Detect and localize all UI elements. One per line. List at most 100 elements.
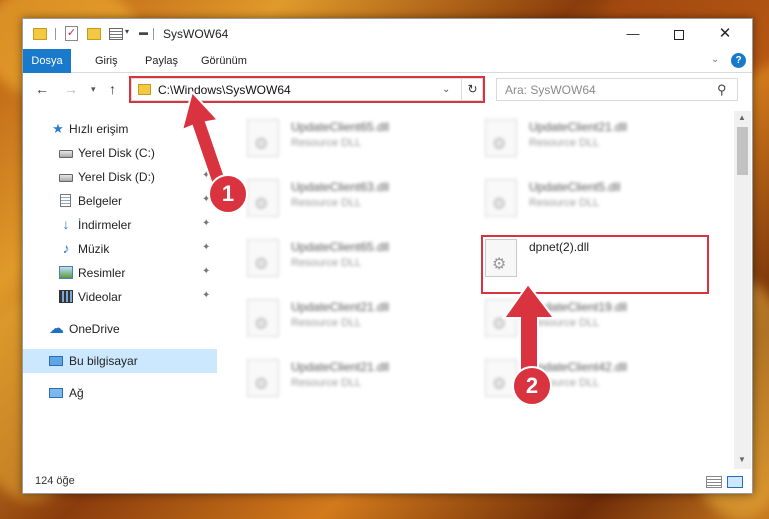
- forward-button[interactable]: →: [64, 81, 78, 97]
- sidebar-item-label: Yerel Disk (D:): [78, 170, 155, 184]
- item-count: 124 öğe: [35, 475, 75, 487]
- dll-file-icon: [247, 359, 279, 397]
- close-button[interactable]: ✕: [702, 19, 748, 49]
- sidebar-item-onedrive[interactable]: ☁ OneDrive: [23, 317, 217, 341]
- pin-icon[interactable]: ✦: [202, 218, 210, 229]
- vertical-scrollbar[interactable]: ▲ ▼: [734, 111, 751, 469]
- back-button[interactable]: ←: [35, 81, 49, 97]
- dll-file-icon: [485, 119, 517, 157]
- file-type: Resource DLL: [529, 137, 600, 149]
- sidebar-item-label: Yerel Disk (C:): [78, 146, 155, 160]
- chevron-down-icon[interactable]: ▾: [125, 27, 129, 43]
- search-placeholder[interactable]: Ara: SysWOW64: [505, 83, 596, 97]
- details-view-icon[interactable]: [706, 476, 722, 488]
- help-icon[interactable]: ?: [731, 53, 746, 68]
- file-name: UpdateClient21.dll: [291, 300, 390, 314]
- tab-home[interactable]: Giriş: [95, 49, 118, 73]
- sidebar-item-videos[interactable]: Videolar ✦: [23, 285, 217, 309]
- download-icon: ↓: [62, 216, 70, 232]
- sidebar-item-label: İndirmeler: [78, 218, 132, 232]
- title-bar: ✓ ▾ ▬ SysWOW64 — ✕: [23, 19, 752, 49]
- sidebar-item-label: Ağ: [69, 386, 84, 400]
- pin-icon[interactable]: ✦: [202, 290, 210, 301]
- annotation-badge-2: 2: [512, 366, 552, 406]
- file-tile[interactable]: UpdateClient65.dll Resource DLL: [243, 115, 463, 165]
- status-bar: 124 öğe: [23, 471, 752, 493]
- file-tile[interactable]: UpdateClient21.dll Resource DLL: [243, 295, 463, 345]
- sidebar-item-music[interactable]: ♪ Müzik ✦: [23, 237, 217, 261]
- search-icon[interactable]: ⚲: [717, 82, 727, 98]
- large-icons-view-icon[interactable]: [727, 476, 743, 488]
- scroll-thumb[interactable]: [737, 127, 748, 175]
- dll-file-icon: [247, 299, 279, 337]
- pictures-icon: [59, 266, 73, 279]
- file-tile[interactable]: UpdateClient63.dll Resource DLL: [243, 175, 463, 225]
- sidebar-item-downloads[interactable]: ↓ İndirmeler ✦: [23, 213, 217, 237]
- file-type: Resource DLL: [529, 197, 600, 209]
- file-tile[interactable]: UpdateClient65.dll Resource DLL: [243, 235, 463, 285]
- tab-view[interactable]: Görünüm: [201, 49, 247, 73]
- file-type: Resource DLL: [291, 317, 362, 329]
- file-name: UpdateClient63.dll: [291, 180, 390, 194]
- dll-file-icon: [247, 119, 279, 157]
- file-tile[interactable]: UpdateClient21.dll Resource DLL: [481, 115, 701, 165]
- sidebar-item-label: Müzik: [78, 242, 110, 256]
- scroll-down-icon[interactable]: ▼: [738, 455, 746, 464]
- customize-toolbar-icon[interactable]: ▬: [139, 27, 148, 43]
- sidebar-item-label: Belgeler: [78, 194, 123, 208]
- music-icon: ♪: [62, 240, 70, 256]
- recent-locations-button[interactable]: ▾: [91, 84, 96, 95]
- dll-file-icon: [247, 179, 279, 217]
- search-box[interactable]: Ara: SysWOW64 ⚲: [496, 78, 738, 101]
- pin-icon[interactable]: ✦: [202, 266, 210, 277]
- sidebar-item-pictures[interactable]: Resimler ✦: [23, 261, 217, 285]
- file-type: Resource DLL: [291, 137, 362, 149]
- properties-check-icon[interactable]: ✓: [65, 26, 78, 41]
- pin-icon[interactable]: ✦: [202, 242, 210, 253]
- file-name: UpdateClient65.dll: [291, 120, 390, 134]
- sidebar-item-this-pc[interactable]: Bu bilgisayar: [23, 349, 217, 373]
- sidebar-item-label: Videolar: [78, 290, 122, 304]
- expand-ribbon-icon[interactable]: ⌄: [711, 54, 719, 65]
- sidebar-item-network[interactable]: Ağ: [23, 381, 217, 405]
- file-tile[interactable]: UpdateClient21.dll Resource DLL: [243, 355, 463, 405]
- drive-icon: [59, 174, 73, 182]
- toolbar-divider: [55, 28, 56, 40]
- drive-icon: [59, 150, 73, 158]
- folder-icon: [33, 28, 47, 40]
- file-type: Resource DLL: [291, 377, 362, 389]
- dll-file-icon: [247, 239, 279, 277]
- window-title: SysWOW64: [163, 27, 229, 41]
- computer-icon: [49, 356, 63, 366]
- documents-icon: [60, 194, 71, 207]
- toolbar-divider: [153, 28, 154, 40]
- sidebar-item-label: Bu bilgisayar: [69, 354, 138, 368]
- sidebar-item-label: Hızlı erişim: [69, 122, 129, 136]
- file-name: UpdateClient21.dll: [529, 120, 628, 134]
- file-name: UpdateClient5.dll: [529, 180, 621, 194]
- annotation-arrow-2: [502, 282, 557, 373]
- tab-share[interactable]: Paylaş: [145, 49, 178, 73]
- cloud-icon: ☁: [49, 320, 64, 337]
- file-type: Resource DLL: [291, 197, 362, 209]
- dll-file-icon: [485, 179, 517, 217]
- file-type: Resource DLL: [291, 257, 362, 269]
- file-tile[interactable]: UpdateClient5.dll Resource DLL: [481, 175, 701, 225]
- explorer-window: ✓ ▾ ▬ SysWOW64 — ✕ Dosya Giriş Paylaş Gö…: [22, 18, 753, 494]
- maximize-icon: [674, 29, 684, 40]
- tab-file[interactable]: Dosya: [23, 49, 71, 73]
- ribbon: Dosya Giriş Paylaş Görünüm ⌄ ?: [23, 49, 752, 73]
- file-name: UpdateClient65.dll: [291, 240, 390, 254]
- network-icon: [49, 388, 63, 398]
- properties-icon[interactable]: [109, 28, 123, 40]
- star-icon: ★: [52, 121, 64, 136]
- up-button[interactable]: ↑: [109, 81, 116, 97]
- file-name: UpdateClient21.dll: [291, 360, 390, 374]
- new-folder-icon[interactable]: [87, 28, 101, 40]
- sidebar-item-label: Resimler: [78, 266, 126, 280]
- sidebar-item-label: OneDrive: [69, 322, 120, 336]
- minimize-button[interactable]: —: [610, 19, 656, 49]
- videos-icon: [59, 290, 73, 303]
- scroll-up-icon[interactable]: ▲: [738, 113, 746, 122]
- maximize-button[interactable]: [656, 19, 702, 49]
